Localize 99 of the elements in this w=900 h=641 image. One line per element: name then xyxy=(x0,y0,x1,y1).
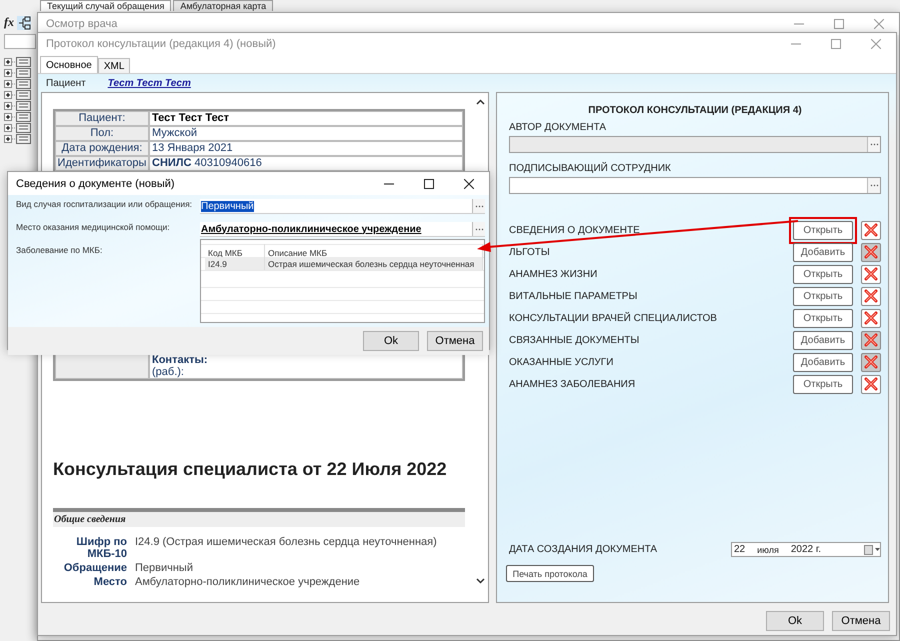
ellipsis-icon xyxy=(474,228,484,230)
ok-button[interactable]: Ok xyxy=(766,611,824,631)
delete-button[interactable] xyxy=(861,264,881,284)
field-label: Заболевание по МКБ: xyxy=(16,245,104,257)
field-label: АВТОР ДОКУМЕНТА xyxy=(509,122,608,133)
table-cell: 13 Января 2021 xyxy=(149,141,463,156)
table-cell: Пол: xyxy=(55,126,149,141)
section-label: АНАМНЕЗ ЖИЗНИ xyxy=(509,268,598,280)
table-cell[interactable]: Острая ишемическая болезнь сердца неуточненная xyxy=(265,257,483,270)
open-button[interactable]: Открыть xyxy=(793,264,853,284)
close-icon xyxy=(464,178,474,188)
section-label: КОНСУЛЬТАЦИИ ВРАЧЕЙ СПЕЦИАЛИСТОВ xyxy=(509,312,718,324)
section-label: ВИТАЛЬНЫЕ ПАРАМЕТРЫ xyxy=(509,290,638,302)
field-label: Шифр по МКБ-10 xyxy=(75,536,127,560)
close-icon xyxy=(871,39,881,49)
tab[interactable]: Основное xyxy=(40,56,98,73)
select-field[interactable] xyxy=(509,177,881,194)
tree-node-drawing[interactable] xyxy=(4,57,34,68)
delete-icon xyxy=(864,245,878,259)
formula-label: fx xyxy=(4,15,14,30)
table-cell: Идентификаторы xyxy=(55,156,149,171)
table-cell[interactable]: I24.9 xyxy=(205,257,265,270)
field-value: Амбулаторно-поликлиническое учреждение xyxy=(135,576,361,588)
search-field[interactable] xyxy=(4,34,36,49)
field-label: Место оказания медицинской помощи: xyxy=(16,222,171,234)
date-label: ДАТА СОЗДАНИЯ ДОКУМЕНТА xyxy=(509,544,658,555)
contacts-label: Контакты: xyxy=(152,354,209,366)
delete-button[interactable] xyxy=(861,352,881,372)
section-label: СВЕДЕНИЯ О ДОКУМЕНТЕ xyxy=(509,224,641,236)
tab[interactable]: XML xyxy=(98,58,130,73)
tree-node-drawing[interactable] xyxy=(4,134,34,145)
maximize-icon xyxy=(424,178,434,188)
patient-label: Пациент xyxy=(46,78,86,88)
delete-icon xyxy=(864,355,878,369)
cancel-button[interactable]: Отмена xyxy=(427,331,483,351)
tree-view-icon[interactable] xyxy=(17,16,31,30)
delete-icon xyxy=(864,311,878,325)
input-field[interactable]: Первичный xyxy=(200,199,485,214)
delete-button[interactable] xyxy=(861,374,881,394)
window-title: Протокол консультации (редакция 4) (новый) xyxy=(46,38,277,50)
patient-link[interactable]: Тест Тест Тест xyxy=(108,78,191,88)
ellipsis-icon xyxy=(870,143,878,146)
delete-icon xyxy=(864,267,878,281)
form-title: ПРОТОКОЛ КОНСУЛЬТАЦИИ (РЕДАКЦИЯ 4) xyxy=(587,105,803,116)
table-cell: СНИЛС 40310940616 xyxy=(149,156,463,171)
section-label: ЛЬГОТЫ xyxy=(509,246,551,258)
add-button[interactable]: Добавить xyxy=(793,330,853,350)
cancel-button[interactable]: Отмена xyxy=(832,611,890,631)
delete-button[interactable] xyxy=(861,242,881,262)
close-icon xyxy=(874,19,884,29)
open-button[interactable]: Открыть xyxy=(793,220,853,240)
delete-icon xyxy=(864,333,878,347)
table-cell: Тест Тест Тест xyxy=(149,111,463,126)
input-field[interactable]: Амбулаторно-поликлиническое учреждение xyxy=(200,222,485,237)
table-cell: Дата рождения: xyxy=(55,141,149,156)
tree-node-drawing[interactable] xyxy=(4,101,34,112)
contacts-value: (раб.): xyxy=(152,366,185,378)
section-label: СВЯЗАННЫЕ ДОКУМЕНТЫ xyxy=(509,334,640,346)
open-button[interactable]: Открыть xyxy=(793,308,853,328)
field-label: Вид случая госпитализации или обращения: xyxy=(16,199,194,211)
delete-icon xyxy=(864,223,878,237)
section-label: ОКАЗАННЫЕ УСЛУГИ xyxy=(509,356,614,368)
tree-node-drawing[interactable] xyxy=(4,90,34,101)
delete-button[interactable] xyxy=(861,286,881,306)
field-label: Место xyxy=(92,576,127,588)
tree-node-drawing[interactable] xyxy=(4,123,34,134)
tree-node-drawing[interactable] xyxy=(4,112,34,123)
calendar-icon[interactable] xyxy=(864,544,880,554)
delete-button[interactable] xyxy=(861,308,881,328)
ok-button[interactable]: Ok xyxy=(363,331,419,351)
table-cell: Пациент: xyxy=(55,111,149,126)
open-button[interactable]: Открыть xyxy=(793,374,853,394)
app-tab[interactable]: Текущий случай обращения xyxy=(40,0,172,11)
app-tab[interactable]: Амбулаторная карта xyxy=(173,0,274,11)
ellipsis-icon xyxy=(870,184,878,187)
open-button[interactable]: Открыть xyxy=(793,286,853,306)
scroll-up-icon[interactable] xyxy=(476,99,485,105)
add-button[interactable]: Добавить xyxy=(793,242,853,262)
print-button[interactable]: Печать протокола xyxy=(506,565,594,582)
field-value: I24.9 (Острая ишемическая болезнь сердца неуточненная) xyxy=(135,536,438,550)
window-title: Осмотр врача xyxy=(46,18,118,30)
add-button[interactable]: Добавить xyxy=(793,352,853,372)
dialog-title: Сведения о документе (новый) xyxy=(16,178,176,190)
tree-node-drawing[interactable] xyxy=(4,68,34,79)
table-cell: Мужской xyxy=(149,126,463,141)
field-value: Первичный xyxy=(135,562,194,574)
delete-icon xyxy=(864,377,878,391)
section-header: Общие сведения xyxy=(53,508,465,527)
ellipsis-icon xyxy=(474,204,484,208)
section-label: АНАМНЕЗ ЗАБОЛЕВАНИЯ xyxy=(509,378,636,390)
field-label: ПОДПИСЫВАЮЩИЙ СОТРУДНИК xyxy=(509,163,672,174)
field-label: Обращение xyxy=(62,562,127,574)
date-field[interactable]: 22 июля 2022 г. xyxy=(731,542,881,557)
delete-icon xyxy=(864,289,878,303)
delete-button[interactable] xyxy=(861,220,881,240)
delete-button[interactable] xyxy=(861,330,881,350)
tree-node-drawing[interactable] xyxy=(4,79,34,90)
document-heading: Консультация специалиста от 22 Июля 2022 xyxy=(53,459,448,480)
scroll-down-icon[interactable] xyxy=(476,578,485,584)
